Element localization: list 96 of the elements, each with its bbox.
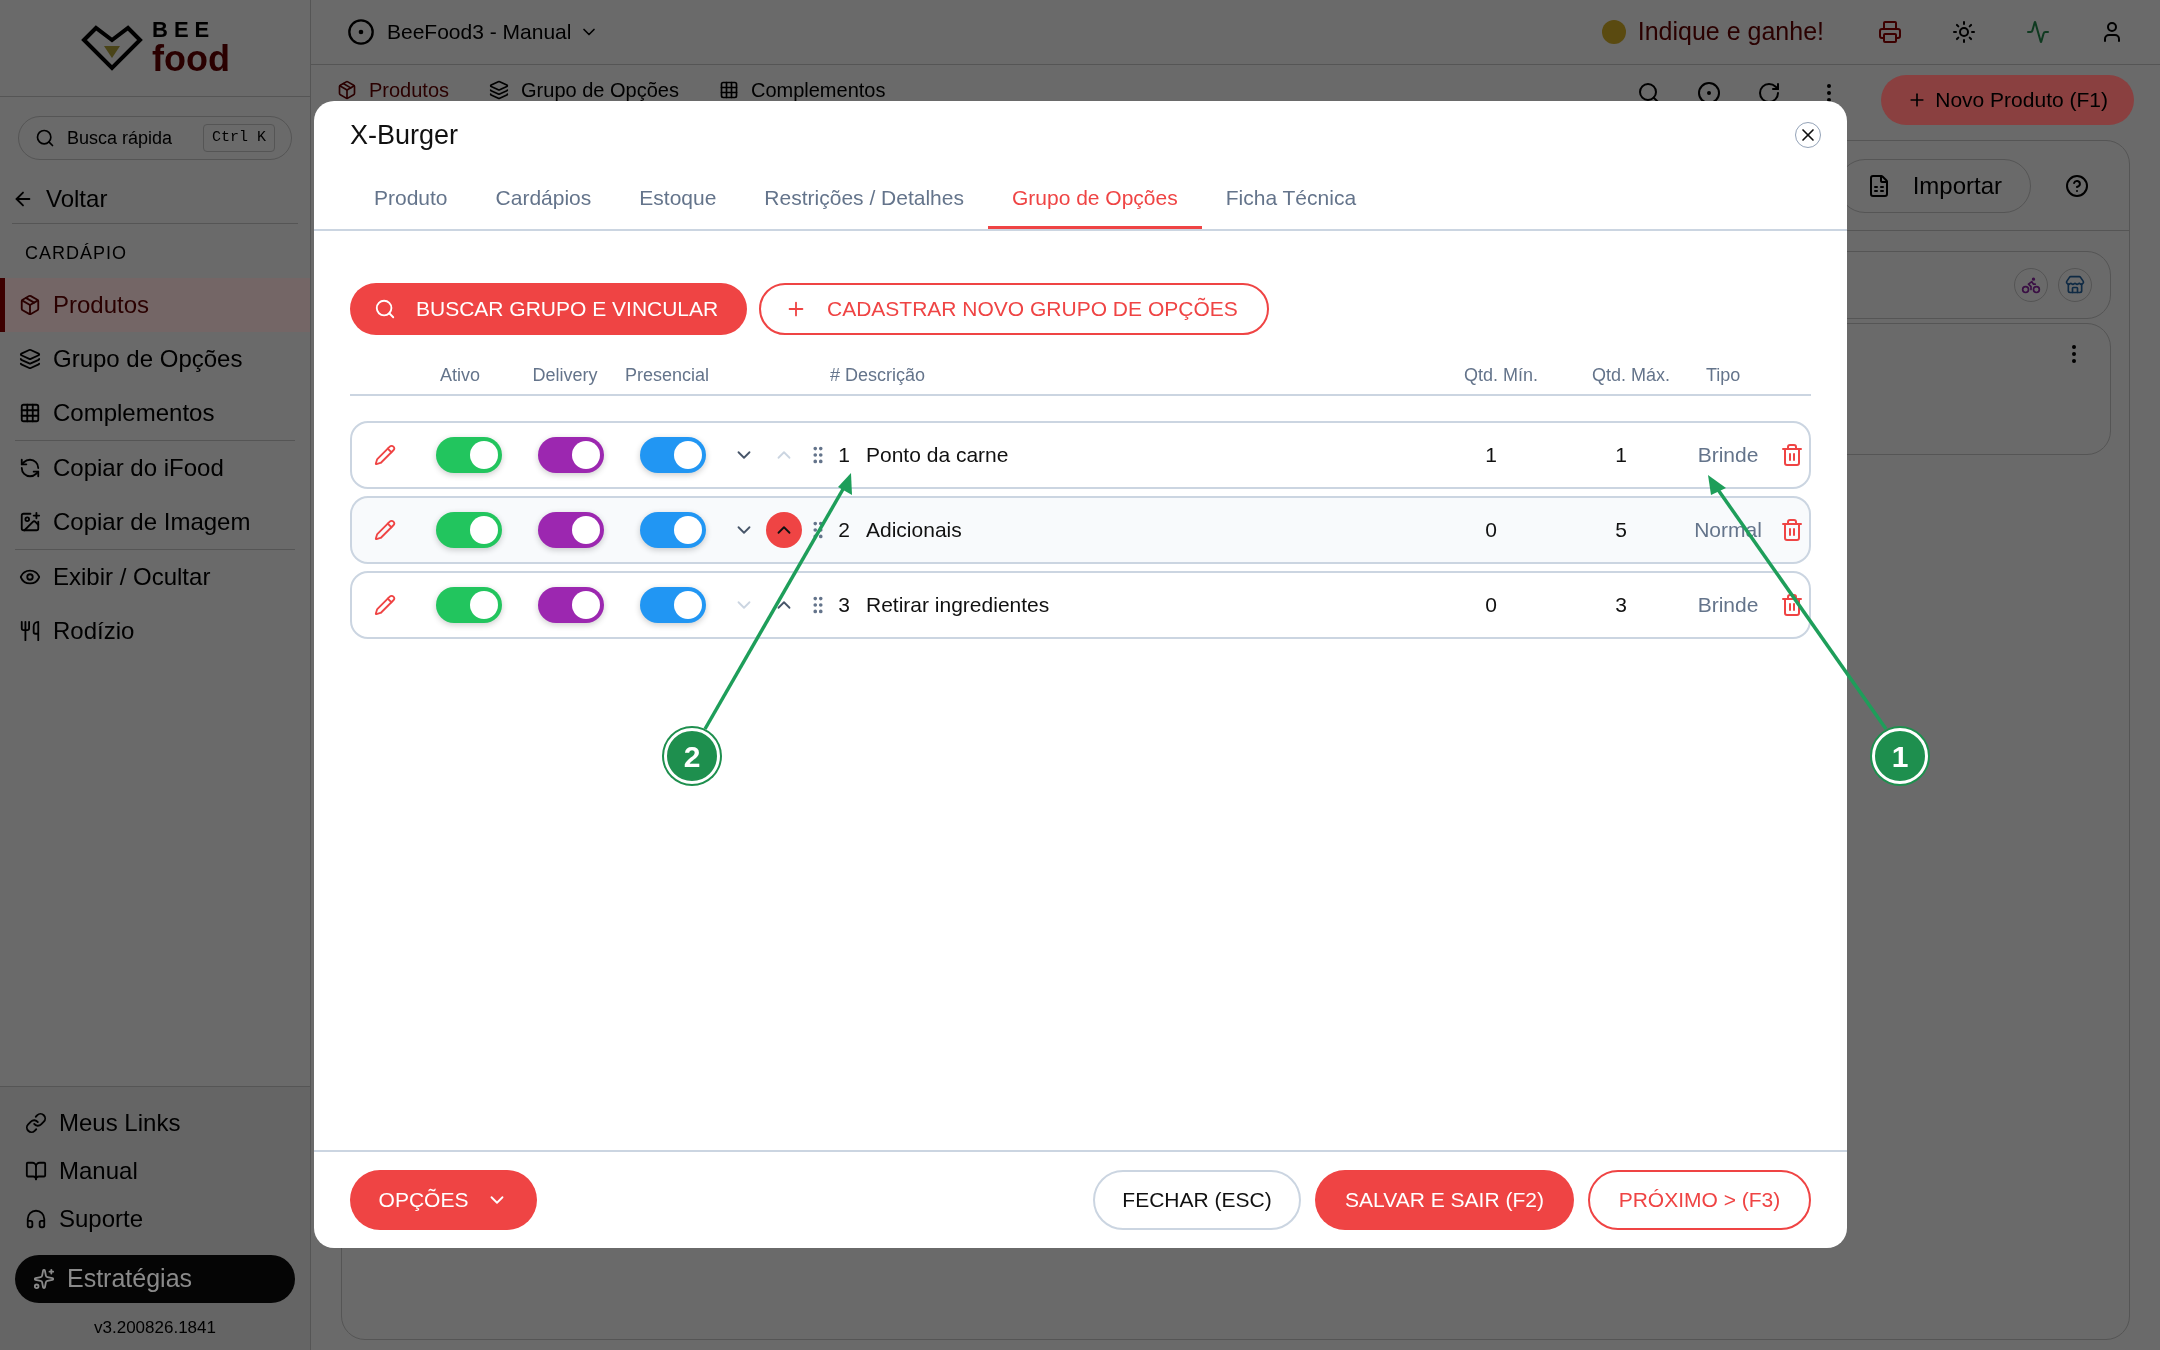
edit-icon[interactable] [374, 594, 396, 616]
strategy-button[interactable]: Estratégias [15, 1254, 295, 1303]
logo-icon [80, 24, 144, 72]
logo-text: BEE [152, 19, 217, 41]
trash-icon[interactable] [1780, 443, 1804, 467]
group-type: Brinde [1696, 442, 1760, 469]
create-group-button[interactable]: CADASTRAR NOVO GRUPO DE OPÇÕES [759, 283, 1269, 335]
close-dialog-button[interactable]: FECHAR (ESC) [1093, 1170, 1301, 1230]
workspace-selector[interactable]: BeeFood3 - Manual [387, 16, 600, 48]
box-icon [337, 80, 357, 100]
row-number: 2 [837, 517, 851, 544]
dialog-title: X-Burger [350, 118, 459, 152]
dialog-tab[interactable]: Restrições / Detalhes [740, 169, 988, 229]
max-quantity: 1 [1615, 442, 1627, 469]
row-number: 1 [837, 442, 851, 469]
sidebar-item[interactable]: Copiar do iFood [0, 441, 310, 495]
group-description: Ponto da carne [866, 442, 1010, 469]
column-header: Tipo [1706, 363, 1741, 387]
min-quantity: 1 [1485, 442, 1497, 469]
page-tab[interactable]: Grupo de Opções [489, 75, 679, 105]
annotation-marker: 1 [1872, 728, 1928, 784]
page-tab[interactable]: Produtos [337, 75, 450, 105]
sidebar-item[interactable]: Exibir / Ocultar [0, 550, 310, 604]
sun-icon[interactable] [1952, 20, 1976, 44]
options-button[interactable]: OPÇÕES [350, 1170, 537, 1230]
sidebar-item[interactable]: Produtos [0, 278, 310, 332]
sidebar-item[interactable]: Copiar de Imagem [0, 495, 310, 549]
sidebar-item[interactable]: Complementos [0, 386, 310, 440]
min-quantity: 0 [1485, 517, 1497, 544]
sidebar-link[interactable]: Suporte [0, 1194, 310, 1243]
help-icon[interactable] [2065, 173, 2089, 198]
column-header: Qtd. Mín. [1464, 363, 1538, 387]
toggle-switch[interactable] [538, 512, 604, 548]
search-icon [35, 128, 55, 148]
column-header: Ativo [440, 363, 480, 387]
sidebar-link[interactable]: Meus Links [0, 1098, 310, 1147]
min-quantity: 0 [1485, 592, 1497, 619]
box-icon [19, 294, 41, 316]
dialog-tab[interactable]: Produto [350, 169, 472, 229]
dialog-tab[interactable]: Estoque [615, 169, 741, 229]
layers-icon [489, 80, 510, 100]
column-header: Delivery [532, 363, 598, 387]
dialog-tab[interactable]: Grupo de Opções [987, 169, 1202, 229]
back-link[interactable]: Voltar [12, 174, 298, 224]
group-description: Retirar ingredientes [866, 592, 1051, 619]
app-icon [347, 18, 375, 46]
group-description: Adicionais [866, 517, 963, 544]
dialog-tab[interactable]: Ficha Técnica [1201, 169, 1381, 229]
toggle-switch[interactable] [640, 512, 706, 548]
save-button[interactable]: SALVAR E SAIR (F2) [1315, 1170, 1574, 1230]
activity-icon[interactable] [2026, 20, 2050, 44]
sidebar-item[interactable]: Grupo de Opções [0, 332, 310, 386]
edit-icon[interactable] [374, 519, 396, 541]
utensils-icon [19, 620, 41, 642]
referral-link[interactable]: Indique e ganhe! [1637, 13, 1824, 51]
toggle-switch[interactable] [538, 587, 604, 623]
search-placeholder: Busca rápida [67, 126, 174, 150]
column-header: Presencial [624, 363, 709, 387]
toggle-switch[interactable] [538, 437, 604, 473]
image-plus-icon [19, 511, 41, 533]
dialog-tab[interactable]: Cardápios [471, 169, 616, 229]
printer-icon[interactable] [1878, 20, 1902, 44]
toggle-switch[interactable] [640, 437, 706, 473]
search-link-button[interactable]: BUSCAR GRUPO E VINCULAR [350, 283, 747, 335]
move-up-button[interactable] [766, 512, 802, 548]
sidebar-link[interactable]: Manual [0, 1146, 310, 1195]
new-product-button[interactable]: Novo Produto (F1) [1881, 75, 2134, 125]
grid-icon [718, 80, 739, 100]
trash-icon[interactable] [1780, 593, 1804, 617]
max-quantity: 3 [1615, 592, 1627, 619]
row-number: 3 [837, 592, 851, 619]
toggle-switch[interactable] [436, 587, 502, 623]
layers-icon [19, 348, 41, 370]
trash-icon[interactable] [1780, 518, 1804, 542]
group-type: Brinde [1696, 592, 1760, 619]
toggle-switch[interactable] [436, 512, 502, 548]
toggle-switch[interactable] [436, 437, 502, 473]
headphones-icon [25, 1207, 47, 1230]
toggle-switch[interactable] [640, 587, 706, 623]
column-header: Qtd. Máx. [1592, 363, 1670, 387]
emoji-icon [1601, 20, 1626, 44]
grid-icon [19, 402, 41, 424]
link-icon [25, 1111, 47, 1134]
section-heading: CARDÁPIO [24, 241, 129, 265]
search-icon [374, 298, 396, 320]
sparkles-icon [33, 1267, 55, 1290]
logo-text: food [152, 41, 230, 77]
book-icon [25, 1159, 47, 1182]
max-quantity: 5 [1615, 517, 1627, 544]
shortcut-key: Ctrl K [203, 123, 275, 153]
column-header: # Descrição [830, 363, 927, 387]
next-button[interactable]: PRÓXIMO > (F3) [1588, 1170, 1811, 1230]
refresh-icon [19, 457, 41, 479]
version-label: v3.200826.1841 [93, 1316, 217, 1339]
edit-icon[interactable] [374, 444, 396, 466]
sidebar-item[interactable]: Rodízio [0, 604, 310, 658]
